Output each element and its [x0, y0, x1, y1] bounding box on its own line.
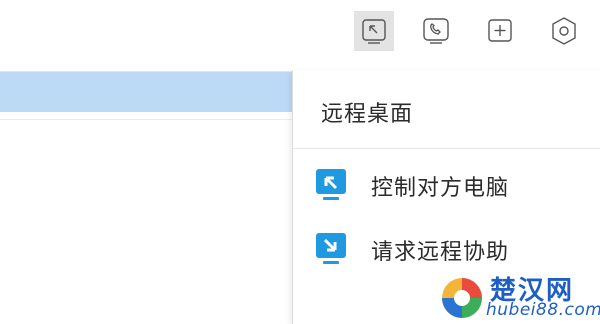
remote-control-icon: [316, 169, 346, 200]
plus-box-icon: [488, 19, 512, 42]
watermark-logo-icon: [442, 278, 482, 318]
remote-desktop-button[interactable]: [354, 11, 394, 51]
selected-list-row[interactable]: [0, 72, 292, 112]
watermark-url: hubei88.com: [486, 300, 600, 320]
menu-item-label: 请求远程协助: [371, 240, 510, 265]
menu-title: 远程桌面: [321, 102, 414, 127]
top-toolbar: [0, 0, 600, 62]
menu-item-control-remote[interactable]: 控制对方电脑: [293, 156, 600, 212]
call-button[interactable]: [416, 11, 456, 51]
request-assist-icon: [316, 233, 346, 264]
menu-item-request-assist[interactable]: 请求远程协助: [293, 220, 600, 276]
add-button[interactable]: [480, 11, 520, 51]
settings-button[interactable]: [544, 11, 584, 51]
list-divider: [0, 119, 292, 120]
phone-icon: [423, 18, 449, 44]
remote-desktop-icon: [362, 19, 386, 44]
hexagon-gear-icon: [552, 17, 576, 45]
menu-item-label: 控制对方电脑: [371, 176, 510, 201]
menu-divider: [293, 148, 600, 149]
site-watermark: 楚汉网 hubei88.com: [436, 272, 600, 324]
